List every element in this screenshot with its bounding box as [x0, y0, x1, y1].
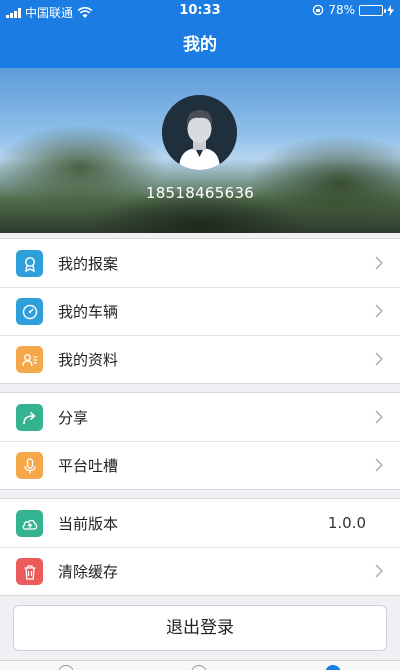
- status-bar: 中国联通 10:33 78%: [0, 0, 400, 22]
- user-avatar-icon: [162, 95, 237, 170]
- trash-icon: [16, 558, 43, 585]
- profile-header: 18518465636: [0, 68, 400, 233]
- microphone-icon: [16, 452, 43, 479]
- menu-item-label: 我的报案: [58, 254, 119, 273]
- tab-mine-icon[interactable]: [325, 665, 341, 670]
- menu-item-platform-feedback[interactable]: 平台吐槽: [0, 441, 400, 489]
- menu-item-share[interactable]: 分享: [0, 393, 400, 441]
- rotation-lock-icon: [313, 4, 324, 16]
- share-icon: [16, 404, 43, 431]
- menu-item-my-vehicles[interactable]: 我的车辆: [0, 287, 400, 335]
- battery-percent: 78%: [328, 3, 355, 17]
- logout-button[interactable]: 退出登录: [13, 605, 387, 651]
- nav-bar: 我的: [0, 22, 400, 68]
- menu-item-label: 我的车辆: [58, 302, 119, 321]
- menu-item-clear-cache[interactable]: 清除缓存: [0, 547, 400, 595]
- chevron-right-icon: [375, 410, 384, 424]
- menu-item-label: 平台吐槽: [58, 456, 119, 475]
- menu-item-my-reports[interactable]: 我的报案: [0, 239, 400, 287]
- menu-group-feedback: 分享 平台吐槽: [0, 392, 400, 490]
- menu-item-label: 分享: [58, 408, 89, 427]
- chevron-right-icon: [375, 352, 384, 366]
- chevron-right-icon: [375, 256, 384, 270]
- speedometer-icon: [16, 298, 43, 325]
- charging-icon: [387, 4, 394, 16]
- menu-group-account: 我的报案 我的车辆 我的资料: [0, 238, 400, 384]
- page-title: 我的: [183, 35, 217, 55]
- menu-item-label: 当前版本: [58, 514, 119, 533]
- menu-item-current-version: 当前版本 1.0.0: [0, 499, 400, 547]
- award-icon: [16, 250, 43, 277]
- menu-group-app: 当前版本 1.0.0 清除缓存: [0, 498, 400, 596]
- user-phone: 18518465636: [145, 184, 255, 202]
- tab-bar: [0, 660, 400, 670]
- tab-home-icon[interactable]: [58, 665, 74, 670]
- menu-item-label: 我的资料: [58, 350, 119, 369]
- profile-card-icon: [16, 346, 43, 373]
- menu-item-my-profile[interactable]: 我的资料: [0, 335, 400, 383]
- chevron-right-icon: [375, 564, 384, 578]
- tab-report-icon[interactable]: [191, 665, 207, 670]
- cloud-upload-icon: [16, 510, 43, 537]
- battery-icon: [359, 4, 386, 16]
- status-right: 78%: [312, 3, 394, 17]
- menu-item-label: 清除缓存: [58, 562, 119, 581]
- chevron-right-icon: [375, 458, 384, 472]
- avatar[interactable]: [162, 95, 237, 170]
- chevron-right-icon: [375, 304, 384, 318]
- version-value: 1.0.0: [327, 514, 366, 532]
